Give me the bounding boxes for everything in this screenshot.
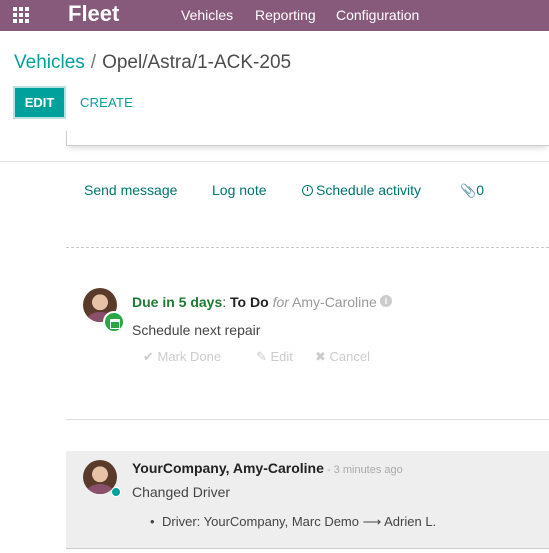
activity-header: Due in 5 days: To Do for Amy-Caroline (132, 294, 377, 310)
activity-summary: Schedule next repair (132, 322, 261, 338)
form-sheet-bottom (66, 131, 549, 146)
divider (0, 161, 549, 162)
activity-type-icon (103, 311, 125, 333)
edit-button[interactable]: EDIT (13, 86, 66, 119)
message-author-name: YourCompany, Amy-Caroline (132, 460, 324, 476)
breadcrumb-current: Opel/Astra/1-ACK-205 (102, 52, 292, 73)
attachments-count: 0 (476, 182, 484, 198)
activity-assignee: Amy-Caroline (292, 294, 377, 310)
apps-grid-icon[interactable] (13, 7, 31, 23)
activity-for-label: for (272, 294, 289, 310)
breadcrumb: Vehicles / Opel/Astra/1-ACK-205 (14, 52, 291, 74)
message-author: YourCompany, Amy-Caroline - 3 minutes ag… (132, 460, 403, 476)
menu-reporting[interactable]: Reporting (255, 7, 316, 23)
app-name[interactable]: Fleet (68, 1, 119, 27)
menu-configuration[interactable]: Configuration (336, 7, 419, 23)
divider (66, 419, 549, 420)
divider (66, 548, 549, 549)
activity-type: To Do (230, 294, 269, 310)
send-message-button[interactable]: Send message (84, 182, 177, 198)
activity-due: Due in 5 days (132, 294, 223, 310)
top-navbar: Fleet Vehicles Reporting Configuration (0, 0, 549, 31)
online-status-icon (111, 487, 121, 497)
log-note-button[interactable]: Log note (212, 182, 267, 198)
menu-vehicles[interactable]: Vehicles (181, 7, 233, 23)
attachments-button[interactable]: 📎0 (460, 182, 484, 199)
breadcrumb-separator: / (90, 52, 97, 73)
create-button[interactable]: CREATE (80, 95, 133, 110)
clock-icon (302, 185, 313, 196)
activity-colon: : (222, 294, 227, 310)
activity-edit-button[interactable]: ✎ Edit (256, 349, 293, 365)
paperclip-icon: 📎 (460, 183, 477, 198)
message-body: Changed Driver (132, 484, 231, 500)
schedule-activity-button[interactable]: Schedule activity (302, 182, 421, 198)
activity-cancel-button[interactable]: ✖ Cancel (315, 349, 370, 365)
mark-done-button[interactable]: ✔ Mark Done (143, 349, 221, 365)
tracking-value: Driver: YourCompany, Marc Demo ⟶ Adrien … (150, 514, 436, 530)
schedule-activity-label: Schedule activity (316, 182, 422, 198)
breadcrumb-vehicles-link[interactable]: Vehicles (14, 52, 85, 73)
message-time: - 3 minutes ago (323, 464, 403, 476)
dashed-separator (66, 247, 549, 248)
info-icon[interactable]: i (380, 295, 392, 307)
